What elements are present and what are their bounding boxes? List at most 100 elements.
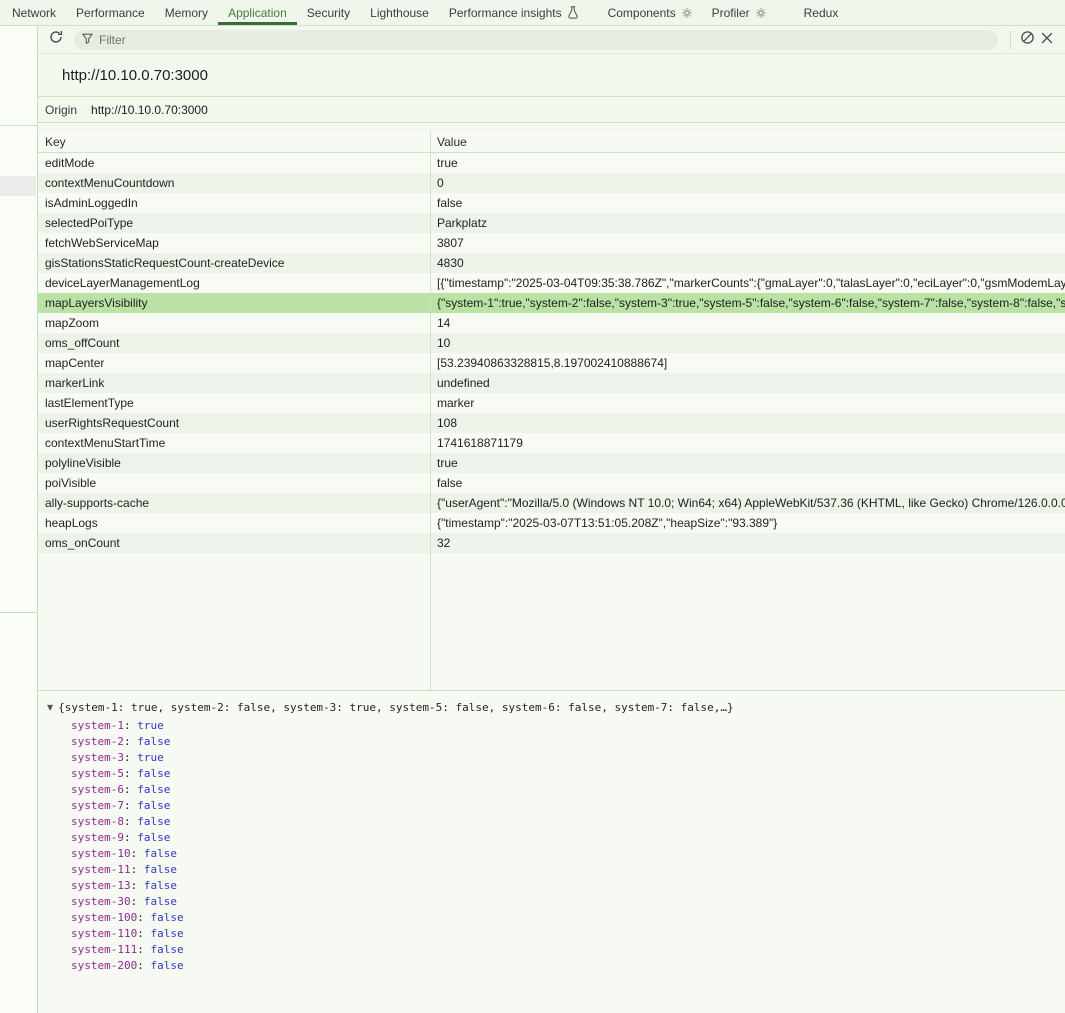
table-row[interactable]: editModetrue xyxy=(38,153,1065,173)
sidebar-selected-item-fragment[interactable] xyxy=(0,176,36,196)
object-property: system-6: false xyxy=(38,782,1065,798)
table-header: Key Value xyxy=(38,131,1065,153)
row-key: lastElementType xyxy=(38,396,430,410)
row-value: 3807 xyxy=(430,236,1065,250)
table-row[interactable]: mapZoom14 xyxy=(38,313,1065,333)
row-key: selectedPoiType xyxy=(38,216,430,230)
toolbar-separator xyxy=(1010,31,1011,49)
row-value: 10 xyxy=(430,336,1065,350)
tab-security[interactable]: Security xyxy=(297,0,360,25)
row-value: false xyxy=(430,476,1065,490)
storage-origin-title: http://10.10.0.70:3000 xyxy=(38,54,1065,97)
object-property: system-8: false xyxy=(38,814,1065,830)
filter-field[interactable] xyxy=(74,30,998,50)
object-properties: system-1: truesystem-2: falsesystem-3: t… xyxy=(38,718,1065,974)
tab-performance[interactable]: Performance xyxy=(66,0,155,25)
row-value: 32 xyxy=(430,536,1065,550)
row-key: editMode xyxy=(38,156,430,170)
row-value: undefined xyxy=(430,376,1065,390)
table-row[interactable]: oms_onCount32 xyxy=(38,533,1065,553)
clear-storage-button[interactable] xyxy=(1017,30,1037,50)
tab-label: Profiler xyxy=(712,6,750,20)
row-key: ally-supports-cache xyxy=(38,496,430,510)
flask-icon xyxy=(568,6,578,19)
property-name: system-7 xyxy=(71,799,124,812)
table-row[interactable]: userRightsRequestCount108 xyxy=(38,413,1065,433)
object-property: system-10: false xyxy=(38,846,1065,862)
sidebar-divider xyxy=(0,125,37,126)
table-row[interactable]: selectedPoiTypeParkplatz xyxy=(38,213,1065,233)
object-property: system-11: false xyxy=(38,862,1065,878)
table-row[interactable]: markerLinkundefined xyxy=(38,373,1065,393)
property-value: false xyxy=(137,735,170,748)
property-value: false xyxy=(144,895,177,908)
row-key: deviceLayerManagementLog xyxy=(38,276,430,290)
property-colon: : xyxy=(137,959,150,972)
object-property: system-9: false xyxy=(38,830,1065,846)
row-value: true xyxy=(430,156,1065,170)
property-colon: : xyxy=(124,783,137,796)
property-name: system-110 xyxy=(71,927,137,940)
table-row[interactable]: oms_offCount10 xyxy=(38,333,1065,353)
value-preview-pane: ▼ {system-1: true, system-2: false, syste… xyxy=(38,690,1065,1013)
row-key: mapZoom xyxy=(38,316,430,330)
table-row[interactable]: contextMenuStartTime1741618871179 xyxy=(38,433,1065,453)
filter-input[interactable] xyxy=(99,33,990,47)
object-summary-text: {system-1: true, system-2: false, system… xyxy=(58,701,734,714)
table-row[interactable]: isAdminLoggedInfalse xyxy=(38,193,1065,213)
table-row[interactable]: fetchWebServiceMap3807 xyxy=(38,233,1065,253)
tab-components[interactable]: Components xyxy=(598,0,702,25)
row-value: [53.23940863328815,8.197002410888674] xyxy=(430,356,1065,370)
row-key: contextMenuCountdown xyxy=(38,176,430,190)
tab-label: Application xyxy=(228,6,287,20)
table-row[interactable]: gisStationsStaticRequestCount-createDevi… xyxy=(38,253,1065,273)
column-header-value[interactable]: Value xyxy=(430,135,1065,149)
application-sidebar[interactable] xyxy=(0,26,38,1013)
table-row[interactable]: poiVisiblefalse xyxy=(38,473,1065,493)
column-resize-handle[interactable] xyxy=(430,131,431,690)
tab-redux[interactable]: Redux xyxy=(794,0,849,25)
origin-value: http://10.10.0.70:3000 xyxy=(91,103,208,117)
property-value: false xyxy=(150,959,183,972)
table-row[interactable]: deviceLayerManagementLog[{"timestamp":"2… xyxy=(38,273,1065,293)
tab-application[interactable]: Application xyxy=(218,0,297,25)
table-row[interactable]: ally-supports-cache{"userAgent":"Mozilla… xyxy=(38,493,1065,513)
object-summary[interactable]: ▼ {system-1: true, system-2: false, syste… xyxy=(38,691,1065,718)
expand-triangle-icon[interactable]: ▼ xyxy=(47,703,53,712)
property-value: false xyxy=(150,927,183,940)
object-property: system-7: false xyxy=(38,798,1065,814)
refresh-icon xyxy=(49,30,63,49)
tab-profiler[interactable]: Profiler xyxy=(702,0,776,25)
column-header-key[interactable]: Key xyxy=(38,135,430,149)
property-value: false xyxy=(137,799,170,812)
delete-selected-button[interactable] xyxy=(1037,30,1057,50)
tab-lighthouse[interactable]: Lighthouse xyxy=(360,0,439,25)
origin-label: Origin xyxy=(45,103,77,117)
table-row[interactable]: contextMenuCountdown0 xyxy=(38,173,1065,193)
property-colon: : xyxy=(137,943,150,956)
table-row[interactable]: lastElementTypemarker xyxy=(38,393,1065,413)
gear-icon xyxy=(756,8,766,18)
table-row[interactable]: mapLayersVisibility{"system-1":true,"sys… xyxy=(38,293,1065,313)
property-value: false xyxy=(137,815,170,828)
storage-panel: http://10.10.0.70:3000 Origin http://10.… xyxy=(38,26,1065,1013)
tab-memory[interactable]: Memory xyxy=(155,0,218,25)
property-name: system-2 xyxy=(71,735,124,748)
refresh-button[interactable] xyxy=(46,30,66,50)
tab-performance-insights[interactable]: Performance insights xyxy=(439,0,588,25)
property-name: system-6 xyxy=(71,783,124,796)
row-key: userRightsRequestCount xyxy=(38,416,430,430)
tab-network[interactable]: Network xyxy=(2,0,66,25)
row-key: mapCenter xyxy=(38,356,430,370)
devtools-tabbar: NetworkPerformanceMemory Application Secur… xyxy=(0,0,1065,26)
row-key: heapLogs xyxy=(38,516,430,530)
table-row[interactable]: heapLogs{"timestamp":"2025-03-07T13:51:0… xyxy=(38,513,1065,533)
tab-label: Performance insights xyxy=(449,6,562,20)
property-value: false xyxy=(144,863,177,876)
property-colon: : xyxy=(137,927,150,940)
table-row[interactable]: polylineVisibletrue xyxy=(38,453,1065,473)
table-row[interactable]: mapCenter[53.23940863328815,8.1970024108… xyxy=(38,353,1065,373)
row-value: {"timestamp":"2025-03-07T13:51:05.208Z",… xyxy=(430,516,1065,530)
property-value: false xyxy=(137,783,170,796)
object-property: system-13: false xyxy=(38,878,1065,894)
